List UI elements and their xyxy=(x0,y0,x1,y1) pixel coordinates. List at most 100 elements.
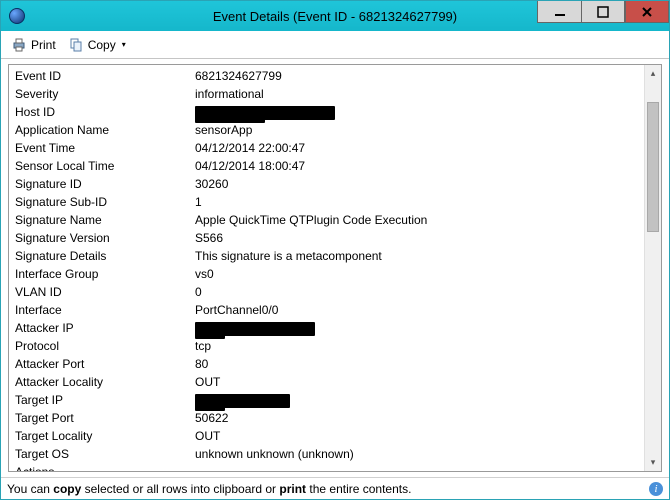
status-text: You can copy selected or all rows into c… xyxy=(7,482,411,496)
field-label: Attacker Locality xyxy=(15,373,195,391)
detail-row[interactable]: Signature VersionS566 xyxy=(15,229,644,247)
field-label: Attacker Port xyxy=(15,355,195,373)
detail-row[interactable]: InterfacePortChannel0/0 xyxy=(15,301,644,319)
copy-button[interactable]: Copy ▾ xyxy=(64,35,130,55)
scroll-down-icon[interactable]: ▾ xyxy=(645,454,661,471)
printer-icon xyxy=(11,37,27,53)
app-icon xyxy=(9,8,25,24)
info-icon[interactable]: i xyxy=(649,482,663,496)
detail-row[interactable]: Signature ID30260 xyxy=(15,175,644,193)
field-value xyxy=(195,319,644,337)
field-value: tcp xyxy=(195,337,644,355)
redacted-overlay xyxy=(195,115,265,123)
field-label: Signature Details xyxy=(15,247,195,265)
field-label: Event Time xyxy=(15,139,195,157)
detail-row[interactable]: Attacker LocalityOUT xyxy=(15,373,644,391)
field-label: Target Locality xyxy=(15,427,195,445)
field-label: Application Name xyxy=(15,121,195,139)
detail-row[interactable]: Severityinformational xyxy=(15,85,644,103)
copy-label: Copy xyxy=(88,38,116,52)
details-list[interactable]: Event ID6821324627799Severityinformation… xyxy=(9,65,644,471)
scroll-thumb[interactable] xyxy=(647,102,659,232)
detail-row[interactable]: Target OSunknown unknown (unknown) xyxy=(15,445,644,463)
field-label: Interface xyxy=(15,301,195,319)
field-value xyxy=(195,463,644,471)
scroll-up-icon[interactable]: ▴ xyxy=(645,65,661,82)
detail-row[interactable]: Signature NameApple QuickTime QTPlugin C… xyxy=(15,211,644,229)
field-label: VLAN ID xyxy=(15,283,195,301)
field-label: Sensor Local Time xyxy=(15,157,195,175)
field-value: 30260 xyxy=(195,175,644,193)
field-label: Signature Sub-ID xyxy=(15,193,195,211)
minimize-icon xyxy=(552,4,568,20)
field-label: Event ID xyxy=(15,67,195,85)
minimize-button[interactable] xyxy=(537,1,581,23)
detail-row[interactable]: Host ID xyxy=(15,103,644,121)
field-label: Target Port xyxy=(15,409,195,427)
detail-row[interactable]: Interface Groupvs0 xyxy=(15,265,644,283)
window-frame: Event Details (Event ID - 6821324627799)… xyxy=(0,0,670,500)
detail-row[interactable]: Application NamesensorApp xyxy=(15,121,644,139)
detail-row[interactable]: Target Port50622 xyxy=(15,409,644,427)
field-value: 50622 xyxy=(195,409,644,427)
field-label: Signature Name xyxy=(15,211,195,229)
field-label: Signature Version xyxy=(15,229,195,247)
dropdown-icon: ▾ xyxy=(122,40,126,49)
redacted-overlay xyxy=(195,403,225,411)
field-value: 0 xyxy=(195,283,644,301)
field-label: Severity xyxy=(15,85,195,103)
field-label: Interface Group xyxy=(15,265,195,283)
field-value: 1 xyxy=(195,193,644,211)
print-button[interactable]: Print xyxy=(7,35,60,55)
field-value: PortChannel0/0 xyxy=(195,301,644,319)
details-panel: Event ID6821324627799Severityinformation… xyxy=(8,64,662,472)
titlebar[interactable]: Event Details (Event ID - 6821324627799) xyxy=(1,1,669,31)
close-button[interactable] xyxy=(625,1,669,23)
detail-row[interactable]: VLAN ID0 xyxy=(15,283,644,301)
field-value: unknown unknown (unknown) xyxy=(195,445,644,463)
field-label: Target IP xyxy=(15,391,195,409)
field-value: vs0 xyxy=(195,265,644,283)
maximize-button[interactable] xyxy=(581,1,625,23)
field-label: Attacker IP xyxy=(15,319,195,337)
field-value: informational xyxy=(195,85,644,103)
detail-row[interactable]: Signature DetailsThis signature is a met… xyxy=(15,247,644,265)
detail-row[interactable]: Protocoltcp xyxy=(15,337,644,355)
toolbar: Print Copy ▾ xyxy=(1,31,669,59)
redacted-overlay xyxy=(195,331,225,339)
window-buttons xyxy=(537,1,669,23)
field-value: Apple QuickTime QTPlugin Code Execution xyxy=(195,211,644,229)
content-area: Event ID6821324627799Severityinformation… xyxy=(1,59,669,477)
detail-row[interactable]: Attacker IP xyxy=(15,319,644,337)
field-value: S566 xyxy=(195,229,644,247)
scroll-track[interactable] xyxy=(645,82,661,454)
field-label: Signature ID xyxy=(15,175,195,193)
maximize-icon xyxy=(595,4,611,20)
field-label: Protocol xyxy=(15,337,195,355)
copy-icon xyxy=(68,37,84,53)
field-value: OUT xyxy=(195,373,644,391)
field-label: Target OS xyxy=(15,445,195,463)
field-value: OUT xyxy=(195,427,644,445)
detail-row[interactable]: Target IP xyxy=(15,391,644,409)
detail-row[interactable]: Signature Sub-ID1 xyxy=(15,193,644,211)
detail-row[interactable]: Event Time04/12/2014 22:00:47 xyxy=(15,139,644,157)
statusbar: You can copy selected or all rows into c… xyxy=(1,477,669,499)
detail-row[interactable]: Target LocalityOUT xyxy=(15,427,644,445)
detail-row[interactable]: Actions xyxy=(15,463,644,471)
print-label: Print xyxy=(31,38,56,52)
field-value: 6821324627799 xyxy=(195,67,644,85)
detail-row[interactable]: Event ID6821324627799 xyxy=(15,67,644,85)
field-value: 04/12/2014 18:00:47 xyxy=(195,157,644,175)
vertical-scrollbar[interactable]: ▴ ▾ xyxy=(644,65,661,471)
close-icon xyxy=(639,4,655,20)
field-value: 04/12/2014 22:00:47 xyxy=(195,139,644,157)
field-value: 80 xyxy=(195,355,644,373)
detail-row[interactable]: Sensor Local Time04/12/2014 18:00:47 xyxy=(15,157,644,175)
detail-row[interactable]: Attacker Port80 xyxy=(15,355,644,373)
field-value: This signature is a metacomponent xyxy=(195,247,644,265)
field-value: sensorApp xyxy=(195,121,644,139)
field-value xyxy=(195,391,644,409)
field-label: Actions xyxy=(15,463,195,471)
field-label: Host ID xyxy=(15,103,195,121)
